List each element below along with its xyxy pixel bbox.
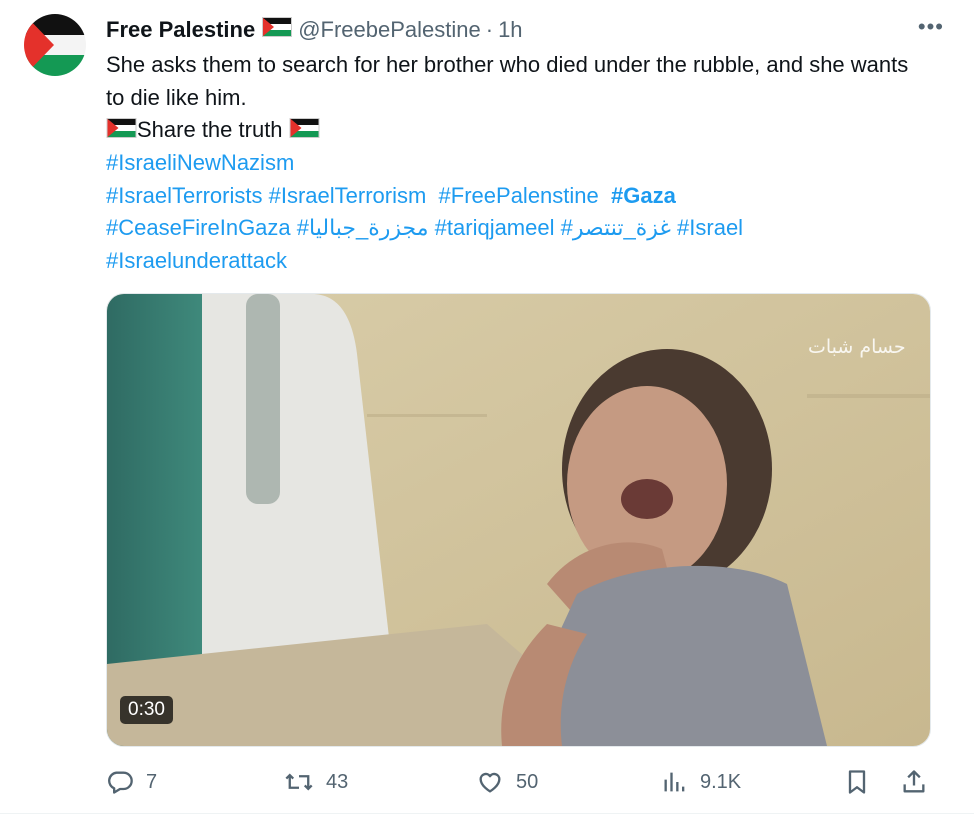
- hashtag-link[interactable]: #Israel: [677, 215, 743, 240]
- divider: [0, 813, 974, 814]
- reply-button[interactable]: 7: [106, 764, 157, 800]
- retweet-count: 43: [326, 770, 349, 793]
- like-icon: [479, 772, 501, 793]
- share-icon: [903, 770, 925, 793]
- reply-icon: [108, 771, 133, 794]
- author-handle[interactable]: @FreebePalestine: [298, 17, 481, 43]
- share-line: Share the truth: [106, 114, 926, 147]
- hashtag-link[interactable]: #مجزرة_جباليا: [297, 215, 429, 240]
- timestamp[interactable]: 1h: [498, 17, 522, 43]
- hashtag-link[interactable]: #Israelunderattack: [106, 248, 287, 273]
- hashtag-link[interactable]: #tariqjameel: [435, 215, 555, 240]
- hashtag-link[interactable]: #غزة_تنتصر: [561, 215, 671, 240]
- share-text: Share the truth: [137, 117, 283, 142]
- video-watermark: حسام شبات: [808, 336, 906, 358]
- tweet-header: Free Palestine @FreebePalestine · 1h: [106, 16, 523, 44]
- like-count: 50: [516, 770, 539, 793]
- bookmark-icon: [848, 770, 866, 794]
- hashtag-link[interactable]: #IsraeliNewNazism: [106, 150, 294, 175]
- bookmark-button[interactable]: [844, 764, 882, 800]
- views-count: 9.1K: [700, 770, 742, 793]
- hashtag-link[interactable]: #FreePalenstine: [439, 183, 599, 208]
- hashtag-link[interactable]: #IsraelTerrorism: [269, 183, 427, 208]
- tweet-text: She asks them to search for her brother …: [106, 49, 926, 277]
- action-bar: 7 43 50 9.1K: [106, 764, 936, 800]
- reply-count: 7: [146, 770, 158, 793]
- palestine-flag-icon: [289, 115, 320, 148]
- video-duration-badge: 0:30: [120, 696, 173, 724]
- palestine-flag-icon: [262, 17, 293, 43]
- separator: ·: [485, 17, 494, 42]
- like-button[interactable]: 50: [476, 764, 538, 800]
- share-button[interactable]: [900, 764, 940, 800]
- hashtag-link[interactable]: #Gaza: [611, 183, 676, 208]
- tweet-body: She asks them to search for her brother …: [106, 52, 909, 110]
- video-player[interactable]: [106, 293, 931, 747]
- video-frame: [107, 294, 930, 746]
- hashtag-link[interactable]: #CeaseFireInGaza: [106, 215, 291, 240]
- tweet[interactable]: Free Palestine @FreebePalestine · 1h •••…: [0, 0, 974, 818]
- retweet-button[interactable]: 43: [284, 764, 348, 800]
- palestine-flag-icon: [106, 115, 137, 148]
- more-icon[interactable]: •••: [918, 14, 944, 40]
- author-name[interactable]: Free Palestine: [106, 17, 255, 43]
- hashtag-link[interactable]: #IsraelTerrorists: [106, 183, 262, 208]
- views-button[interactable]: 9.1K: [662, 764, 741, 800]
- retweet-icon: [285, 773, 313, 791]
- views-icon: [664, 772, 685, 792]
- avatar[interactable]: [24, 14, 86, 76]
